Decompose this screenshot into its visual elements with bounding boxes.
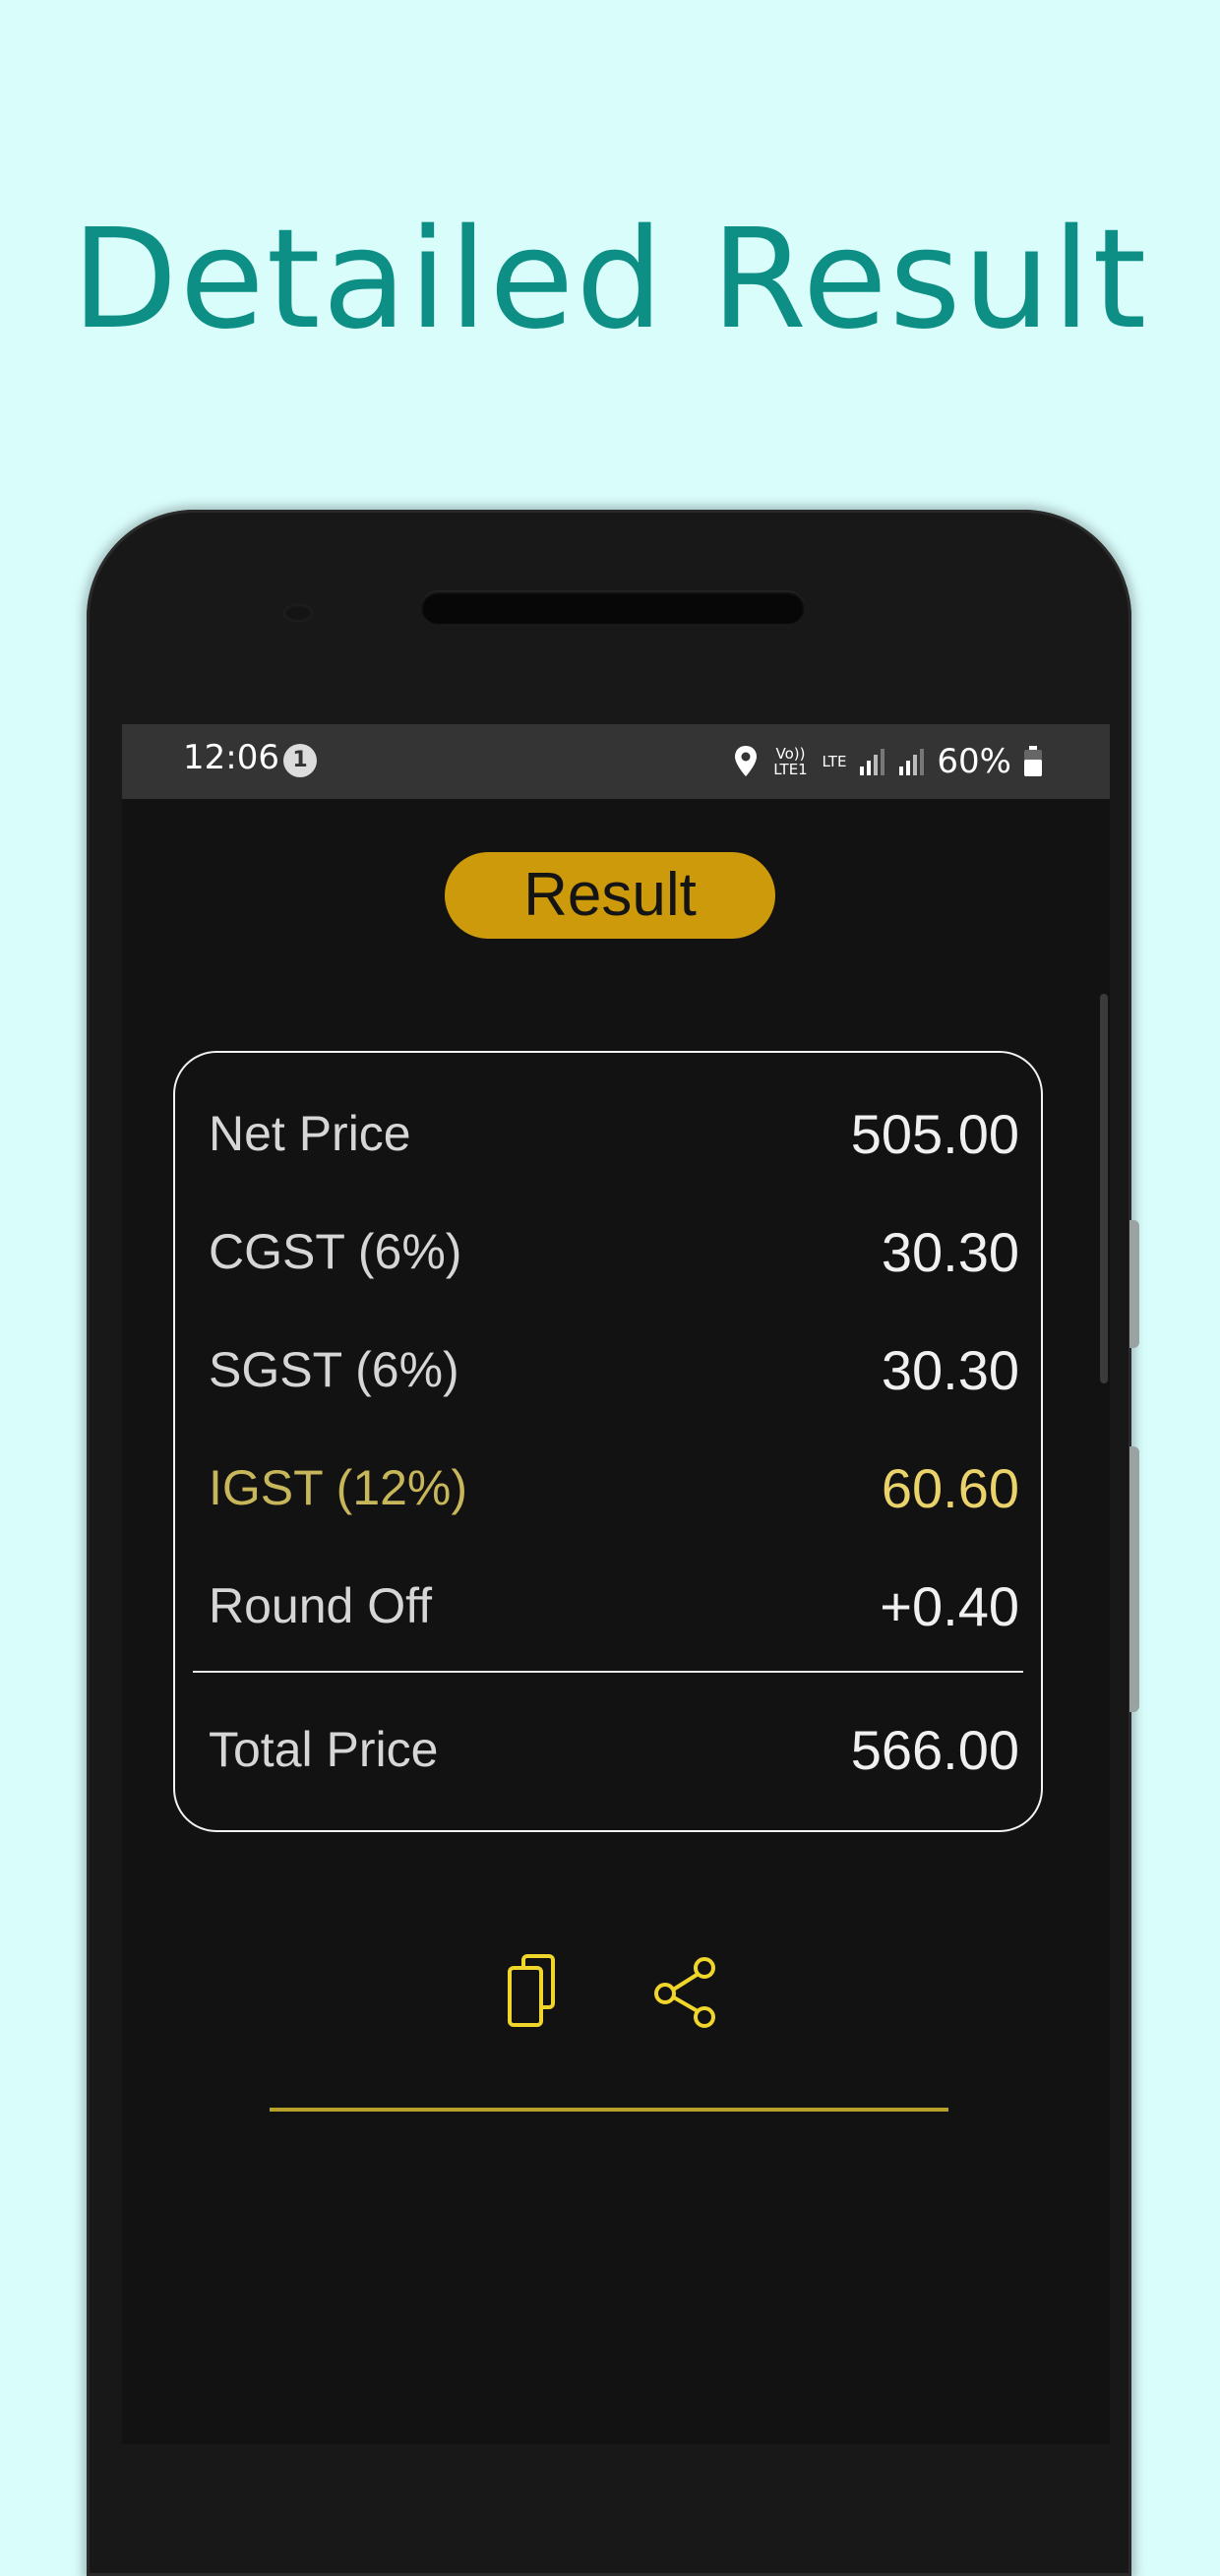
row-round-off: Round Off +0.40 [209, 1566, 1019, 1645]
volte-indicator: Vo)) LTE1 [773, 745, 808, 778]
total-label: Total Price [209, 1722, 439, 1777]
front-camera [283, 604, 313, 622]
row-cgst: CGST (6%) 30.30 [209, 1212, 1019, 1291]
row-label: IGST (12%) [209, 1460, 468, 1515]
row-igst: IGST (12%) 60.60 [209, 1448, 1019, 1527]
notification-badge: 1 [283, 744, 317, 777]
signal-icon-2 [899, 749, 925, 775]
copy-icon [508, 1954, 555, 2027]
battery-percent: 60% [937, 742, 1011, 781]
row-label: Net Price [209, 1106, 411, 1161]
result-card: Net Price 505.00 CGST (6%) 30.30 SGST (6… [173, 1051, 1043, 1832]
row-label: SGST (6%) [209, 1342, 459, 1397]
page-headline: Detailed Result [71, 200, 1149, 360]
row-value: 30.30 [881, 1338, 1019, 1401]
status-time: 12:06 [183, 738, 279, 777]
status-icons: Vo)) LTE1 LTE 60% [733, 736, 1043, 787]
row-total-price: Total Price 566.00 [209, 1710, 1019, 1789]
copy-button[interactable] [492, 1952, 571, 2031]
row-value: 60.60 [881, 1456, 1019, 1519]
row-value: 505.00 [850, 1102, 1019, 1165]
row-value: 30.30 [881, 1220, 1019, 1283]
power-button [1129, 1446, 1139, 1712]
action-bar [122, 1952, 1110, 2031]
battery-icon [1024, 746, 1042, 776]
total-divider [193, 1671, 1023, 1673]
volume-button [1129, 1220, 1139, 1348]
signal-icon [860, 749, 885, 775]
phone-screen: 12:06 1 Vo)) LTE1 LTE 60% Result Net Pri… [122, 724, 1110, 2444]
location-icon [735, 746, 758, 776]
status-bar: 12:06 1 Vo)) LTE1 LTE 60% [122, 724, 1110, 799]
total-value: 566.00 [850, 1718, 1019, 1781]
earpiece-speaker [421, 590, 805, 624]
row-net-price: Net Price 505.00 [209, 1094, 1019, 1173]
row-label: Round Off [209, 1578, 433, 1633]
scrollbar[interactable] [1100, 994, 1108, 1383]
share-icon [654, 1957, 715, 2028]
row-sgst: SGST (6%) 30.30 [209, 1330, 1019, 1409]
row-label: CGST (6%) [209, 1224, 462, 1279]
lte-indicator: LTE [822, 753, 847, 770]
result-button[interactable]: Result [445, 852, 775, 939]
row-value: +0.40 [880, 1574, 1019, 1637]
share-button[interactable] [649, 1952, 728, 2031]
accent-divider [270, 2108, 948, 2112]
